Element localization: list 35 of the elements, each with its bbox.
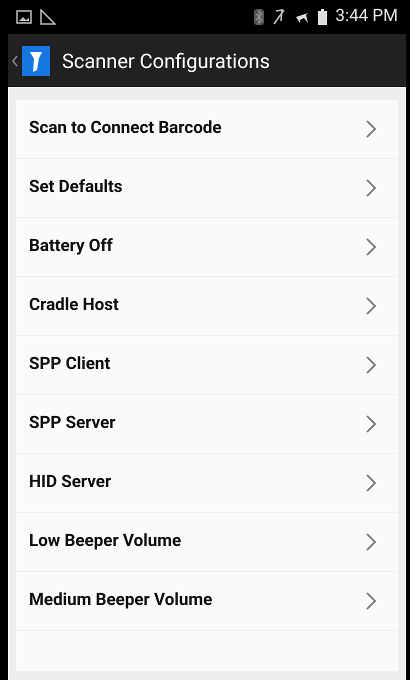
chevron-right-icon (366, 533, 376, 551)
battery-icon (318, 9, 328, 25)
row-label: Battery Off (29, 235, 113, 258)
settings-row[interactable]: SPP Server (16, 395, 398, 453)
settings-row[interactable]: Medium Beeper Volume (16, 572, 398, 630)
back-caret-icon[interactable] (12, 54, 18, 66)
status-time: 3:44 PM (335, 5, 398, 28)
row-label: Set Defaults (29, 176, 123, 200)
chevron-right-icon (366, 474, 376, 492)
row-label: SPP Server (29, 412, 116, 436)
chevron-right-icon (366, 356, 376, 374)
row-label: Low Beeper Volume (29, 530, 182, 554)
app-logo-icon (22, 46, 50, 76)
settings-row[interactable]: Battery Off (16, 218, 398, 276)
settings-row[interactable]: Set Defaults (16, 159, 398, 217)
chevron-right-icon (366, 592, 376, 610)
settings-row[interactable]: Cradle Host (16, 277, 398, 335)
action-bar-title: Scanner Configurations (62, 48, 270, 74)
chevron-right-icon (366, 179, 376, 197)
row-label: Scan to Connect Barcode (29, 117, 222, 140)
settings-row[interactable]: Scan to Connect Barcode (16, 100, 398, 158)
row-label: SPP Client (29, 353, 110, 376)
chevron-right-icon (366, 297, 376, 315)
signal-icon (40, 9, 56, 25)
row-label: HID Server (29, 471, 112, 494)
row-label: Medium Beeper Volume (29, 589, 212, 612)
chevron-right-icon (366, 415, 376, 433)
image-icon (16, 10, 32, 24)
settings-row[interactable]: Low Beeper Volume (16, 513, 398, 571)
chevron-right-icon (366, 238, 376, 256)
row-label: Cradle Host (29, 294, 119, 318)
settings-row[interactable]: HID Server (16, 454, 398, 512)
bluetooth-icon (254, 9, 264, 25)
settings-row[interactable]: SPP Client (16, 336, 398, 394)
chevron-right-icon (366, 120, 376, 138)
